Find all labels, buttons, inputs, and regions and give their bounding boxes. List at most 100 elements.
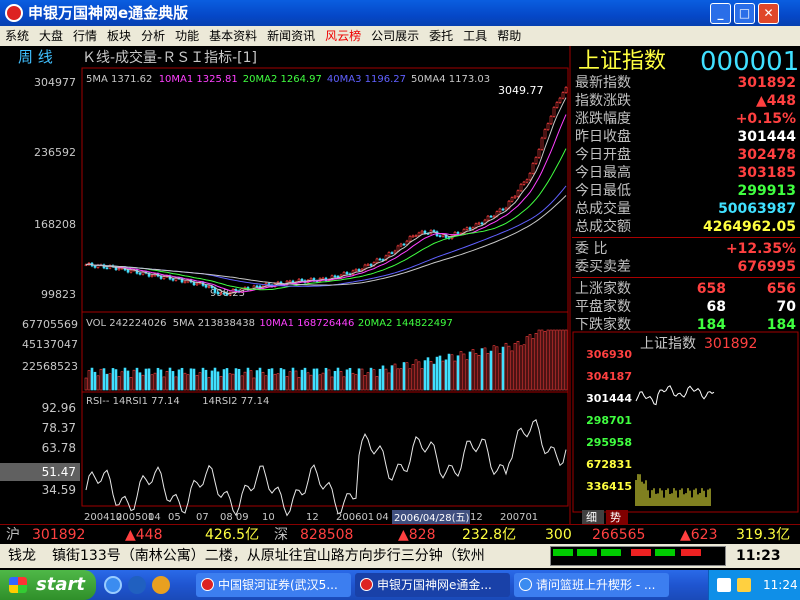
task-icon <box>201 578 214 591</box>
candle <box>129 269 133 273</box>
menu-item-12[interactable]: 帮助 <box>492 26 526 46</box>
volume-bar <box>429 361 433 391</box>
volume-bar <box>327 369 331 391</box>
volume-bar <box>441 360 445 391</box>
candle <box>525 179 529 183</box>
mini-vol-tick: 336415 <box>586 480 632 493</box>
volume-bar <box>423 360 427 391</box>
menu-item-10[interactable]: 委托 <box>424 26 458 46</box>
vol-legend: VOL 242224026 <box>86 318 167 329</box>
volume-bar <box>150 374 154 391</box>
media-icon[interactable] <box>152 576 170 594</box>
minimize-button[interactable]: _ <box>710 3 731 24</box>
rsi-tick: 78.37 <box>42 421 76 435</box>
info-value: ▲448 <box>756 93 796 109</box>
info-label: 下跌家数 <box>575 317 631 333</box>
start-button[interactable]: start <box>0 570 96 600</box>
menu-item-11[interactable]: 工具 <box>458 26 492 46</box>
candle <box>126 269 130 273</box>
mini-line <box>635 385 715 406</box>
index-code: 000001 <box>700 47 799 77</box>
volume-bar <box>129 377 133 391</box>
chart-title: Ｋ线-成交量-ＲＳＩ指标-[1] <box>82 49 257 66</box>
volume-bar <box>393 363 397 391</box>
menu-item-3[interactable]: 板块 <box>102 26 136 46</box>
volume-bar <box>267 368 271 391</box>
volume-bar <box>159 369 163 391</box>
task-yinhe[interactable]: 中国银河证券(武汉5... <box>196 573 351 597</box>
volume-bar <box>432 363 436 391</box>
candle <box>456 232 460 234</box>
maximize-button[interactable]: □ <box>734 3 755 24</box>
candle <box>222 292 226 295</box>
rsi-line <box>85 419 567 517</box>
volume-bar <box>291 367 295 391</box>
date-highlight: 2006/04/28(五) <box>394 513 470 524</box>
ma-line-50 <box>85 195 567 286</box>
candle <box>534 157 538 164</box>
tray-icon[interactable] <box>717 578 731 592</box>
volume-bar <box>531 338 535 391</box>
candle <box>480 222 484 225</box>
ma-line-20 <box>85 148 567 291</box>
ma-line-5 <box>85 97 567 295</box>
menu-item-6[interactable]: 基本资料 <box>204 26 262 46</box>
vol-legend: 10MA1 168726446 <box>259 318 354 329</box>
info-row: 委 比 +12.35% <box>572 240 800 258</box>
info-label: 昨日收盘 <box>575 129 631 145</box>
candle <box>171 278 175 281</box>
candle <box>510 197 514 202</box>
menu-item-1[interactable]: 大盘 <box>34 26 68 46</box>
vol-legend: 20MA2 144822497 <box>358 318 453 329</box>
candle <box>408 236 412 242</box>
info-label: 涨跌幅度 <box>575 111 631 127</box>
volume-bar <box>381 365 385 391</box>
menu-item-8[interactable]: 风云榜 <box>320 26 366 46</box>
menu-item-4[interactable]: 分析 <box>136 26 170 46</box>
volume-bar <box>258 367 262 391</box>
close-button[interactable]: ✕ <box>758 3 779 24</box>
mini-value: 301892 <box>704 336 757 352</box>
volume-icon[interactable] <box>737 578 751 592</box>
candle <box>402 243 406 246</box>
volume-bar <box>486 353 490 391</box>
date-tick: 200601 <box>336 512 374 523</box>
candle <box>558 97 562 103</box>
menu-item-7[interactable]: 新闻资讯 <box>262 26 320 46</box>
menu-item-9[interactable]: 公司展示 <box>366 26 424 46</box>
show-desktop-icon[interactable] <box>128 576 146 594</box>
volume-bar <box>390 365 394 391</box>
candle <box>486 215 490 221</box>
info-value: +12.35% <box>725 241 796 257</box>
volume-bar <box>249 370 253 391</box>
volume-bar <box>147 368 151 391</box>
menu-item-0[interactable]: 系统 <box>0 26 34 46</box>
volume-bar <box>420 368 424 391</box>
rsi-legend: 14RSI2 77.14 <box>202 396 269 407</box>
volume-bar <box>255 370 259 391</box>
candle <box>342 272 346 276</box>
menu-item-5[interactable]: 功能 <box>170 26 204 46</box>
volume-bar <box>138 372 142 391</box>
volume-bar <box>288 371 292 391</box>
volume-bar <box>498 353 502 391</box>
volume-bar <box>294 370 298 391</box>
candle <box>492 215 496 218</box>
menu-item-2[interactable]: 行情 <box>68 26 102 46</box>
volume-bar <box>99 368 103 391</box>
cyb-change: ▲623 <box>680 527 718 543</box>
candle <box>423 230 427 234</box>
task-browser[interactable]: 请问篮班上升楔形 - ... <box>514 573 669 597</box>
volume-bar <box>177 369 181 391</box>
volume-bar <box>492 345 496 391</box>
candle <box>522 181 526 185</box>
volume-bar <box>414 359 418 391</box>
volume-bar <box>318 374 322 391</box>
task-shenyin[interactable]: 申银万国神网e通金... <box>355 573 510 597</box>
date-tick: 10 <box>262 512 275 523</box>
ie-icon[interactable] <box>104 576 122 594</box>
volume-bar <box>372 369 376 391</box>
volume-bar <box>114 369 118 391</box>
volume-bar <box>399 368 403 391</box>
volume-bar <box>507 345 511 391</box>
